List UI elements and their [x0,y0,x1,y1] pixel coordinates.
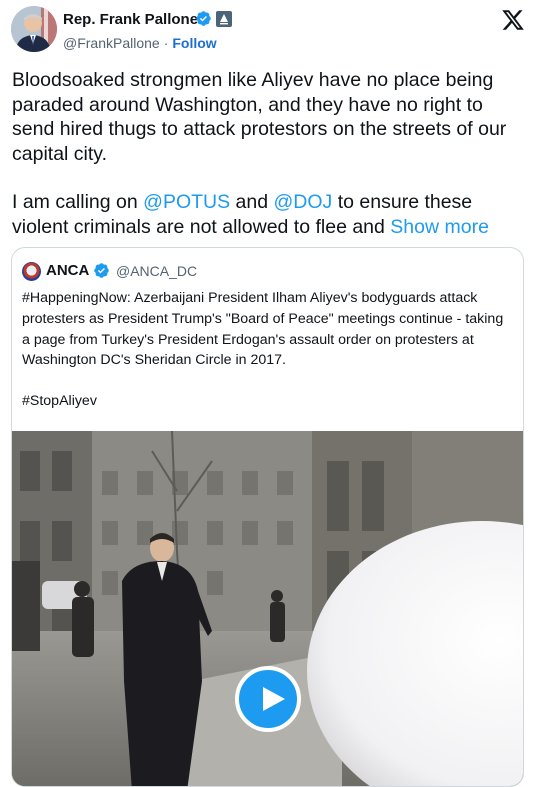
quoted-tweet-text: #HappeningNow: Azerbaijani President Ilh… [22,290,504,369]
mention-doj-link[interactable]: @DOJ [274,191,333,213]
mention-potus-link[interactable]: @POTUS [143,191,230,213]
verified-badge-icon [94,263,109,278]
tweet-body: Bloodsoaked strongmen like Aliyev have n… [12,68,524,239]
verified-badge-icon [196,11,211,26]
author-avatar[interactable] [11,6,57,52]
quoted-author-name[interactable]: ANCA [46,262,89,279]
quoted-tweet-header: ANCA @ANCA_DC [22,260,502,282]
hashtag-link[interactable]: #StopAliyev [22,391,514,412]
author-handle-line: @FrankPallone · Follow [63,35,217,51]
tweet-paragraph-2: I am calling on @POTUS and @DOJ to ensur… [12,190,524,239]
quoted-author-avatar[interactable] [22,262,41,281]
tweet-text-fragment: and [230,191,274,213]
quoted-tweet-body: #HappeningNow: Azerbaijani President Ilh… [22,288,514,412]
tweet-header: Rep. Frank Pallone @FrankPallone · Follow [0,0,535,62]
video-thumbnail [12,431,523,786]
tweet-paragraph-1: Bloodsoaked strongmen like Aliyev have n… [12,69,507,165]
quoted-author-handle[interactable]: @ANCA_DC [116,263,197,279]
play-button[interactable] [235,666,301,732]
government-badge-icon [216,11,232,27]
author-handle[interactable]: @FrankPallone [63,35,160,51]
tweet-text-fragment: I am calling on [12,191,144,213]
author-name[interactable]: Rep. Frank Pallone [63,11,198,28]
show-more-link[interactable]: Show more [390,216,489,238]
separator-dot: · [163,35,169,51]
quoted-tweet-card[interactable]: ANCA @ANCA_DC #HappeningNow: Azerbaijani… [11,247,524,787]
follow-button[interactable]: Follow [172,35,216,51]
video-player[interactable] [12,431,523,786]
x-logo-icon[interactable] [501,8,525,32]
